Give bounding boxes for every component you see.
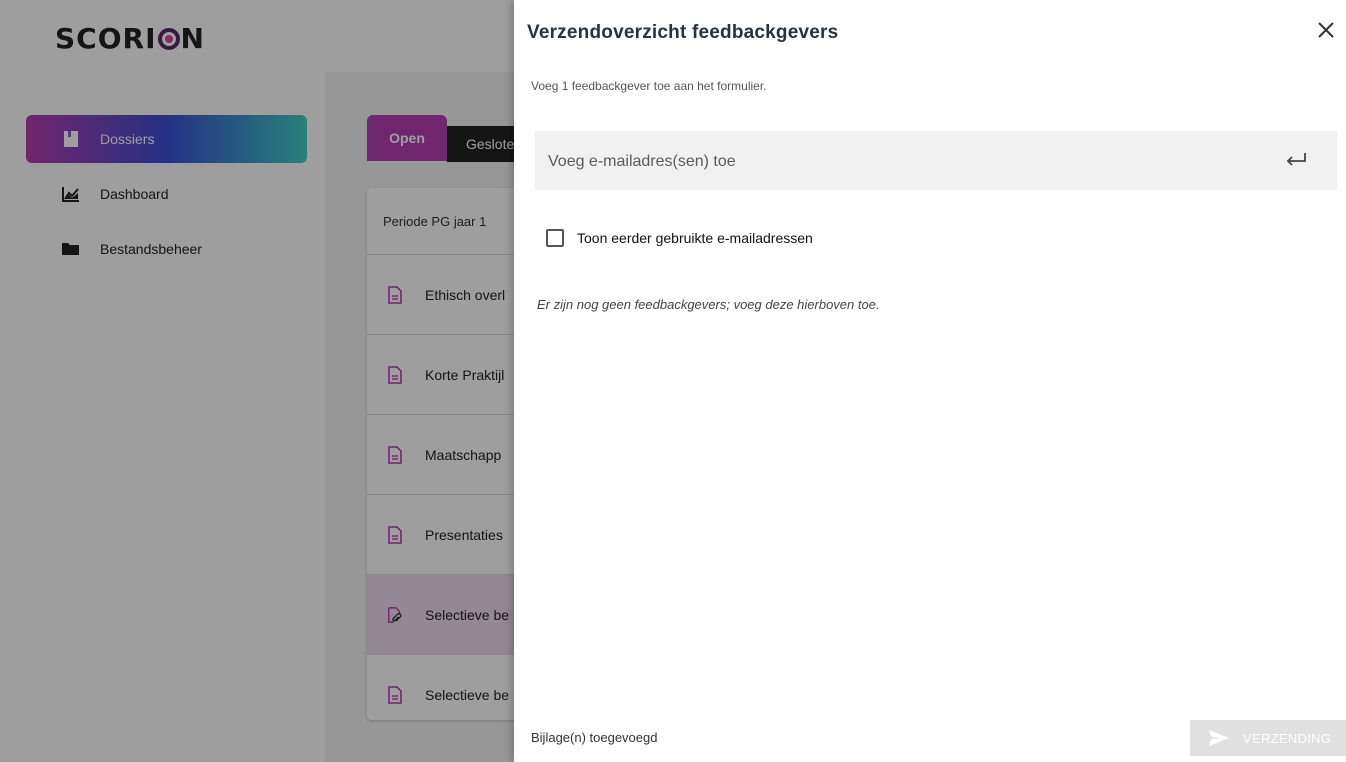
email-input-box [535,131,1337,192]
close-icon [1318,22,1334,38]
empty-state-message: Er zijn nog geen feedbackgevers; voeg de… [537,297,880,312]
send-button[interactable]: VERZENDING [1190,720,1346,756]
attachments-label: Bijlage(n) toegevoegd [531,730,658,745]
enter-icon[interactable] [1285,150,1307,170]
email-input[interactable] [535,131,1290,192]
checkbox-label: Toon eerder gebruikte e-mailadressen [577,230,813,246]
send-button-label: VERZENDING [1243,730,1332,746]
dialog-title: Verzendoverzicht feedbackgevers [527,22,839,43]
dialog-info-text: Voeg 1 feedbackgever toe aan het formuli… [531,79,767,93]
send-icon [1209,730,1229,746]
show-previous-emails-checkbox[interactable] [546,229,564,247]
feedback-dialog: Verzendoverzicht feedbackgevers Voeg 1 f… [514,0,1346,762]
close-button[interactable] [1314,18,1338,42]
show-previous-emails-option[interactable]: Toon eerder gebruikte e-mailadressen [546,229,813,247]
